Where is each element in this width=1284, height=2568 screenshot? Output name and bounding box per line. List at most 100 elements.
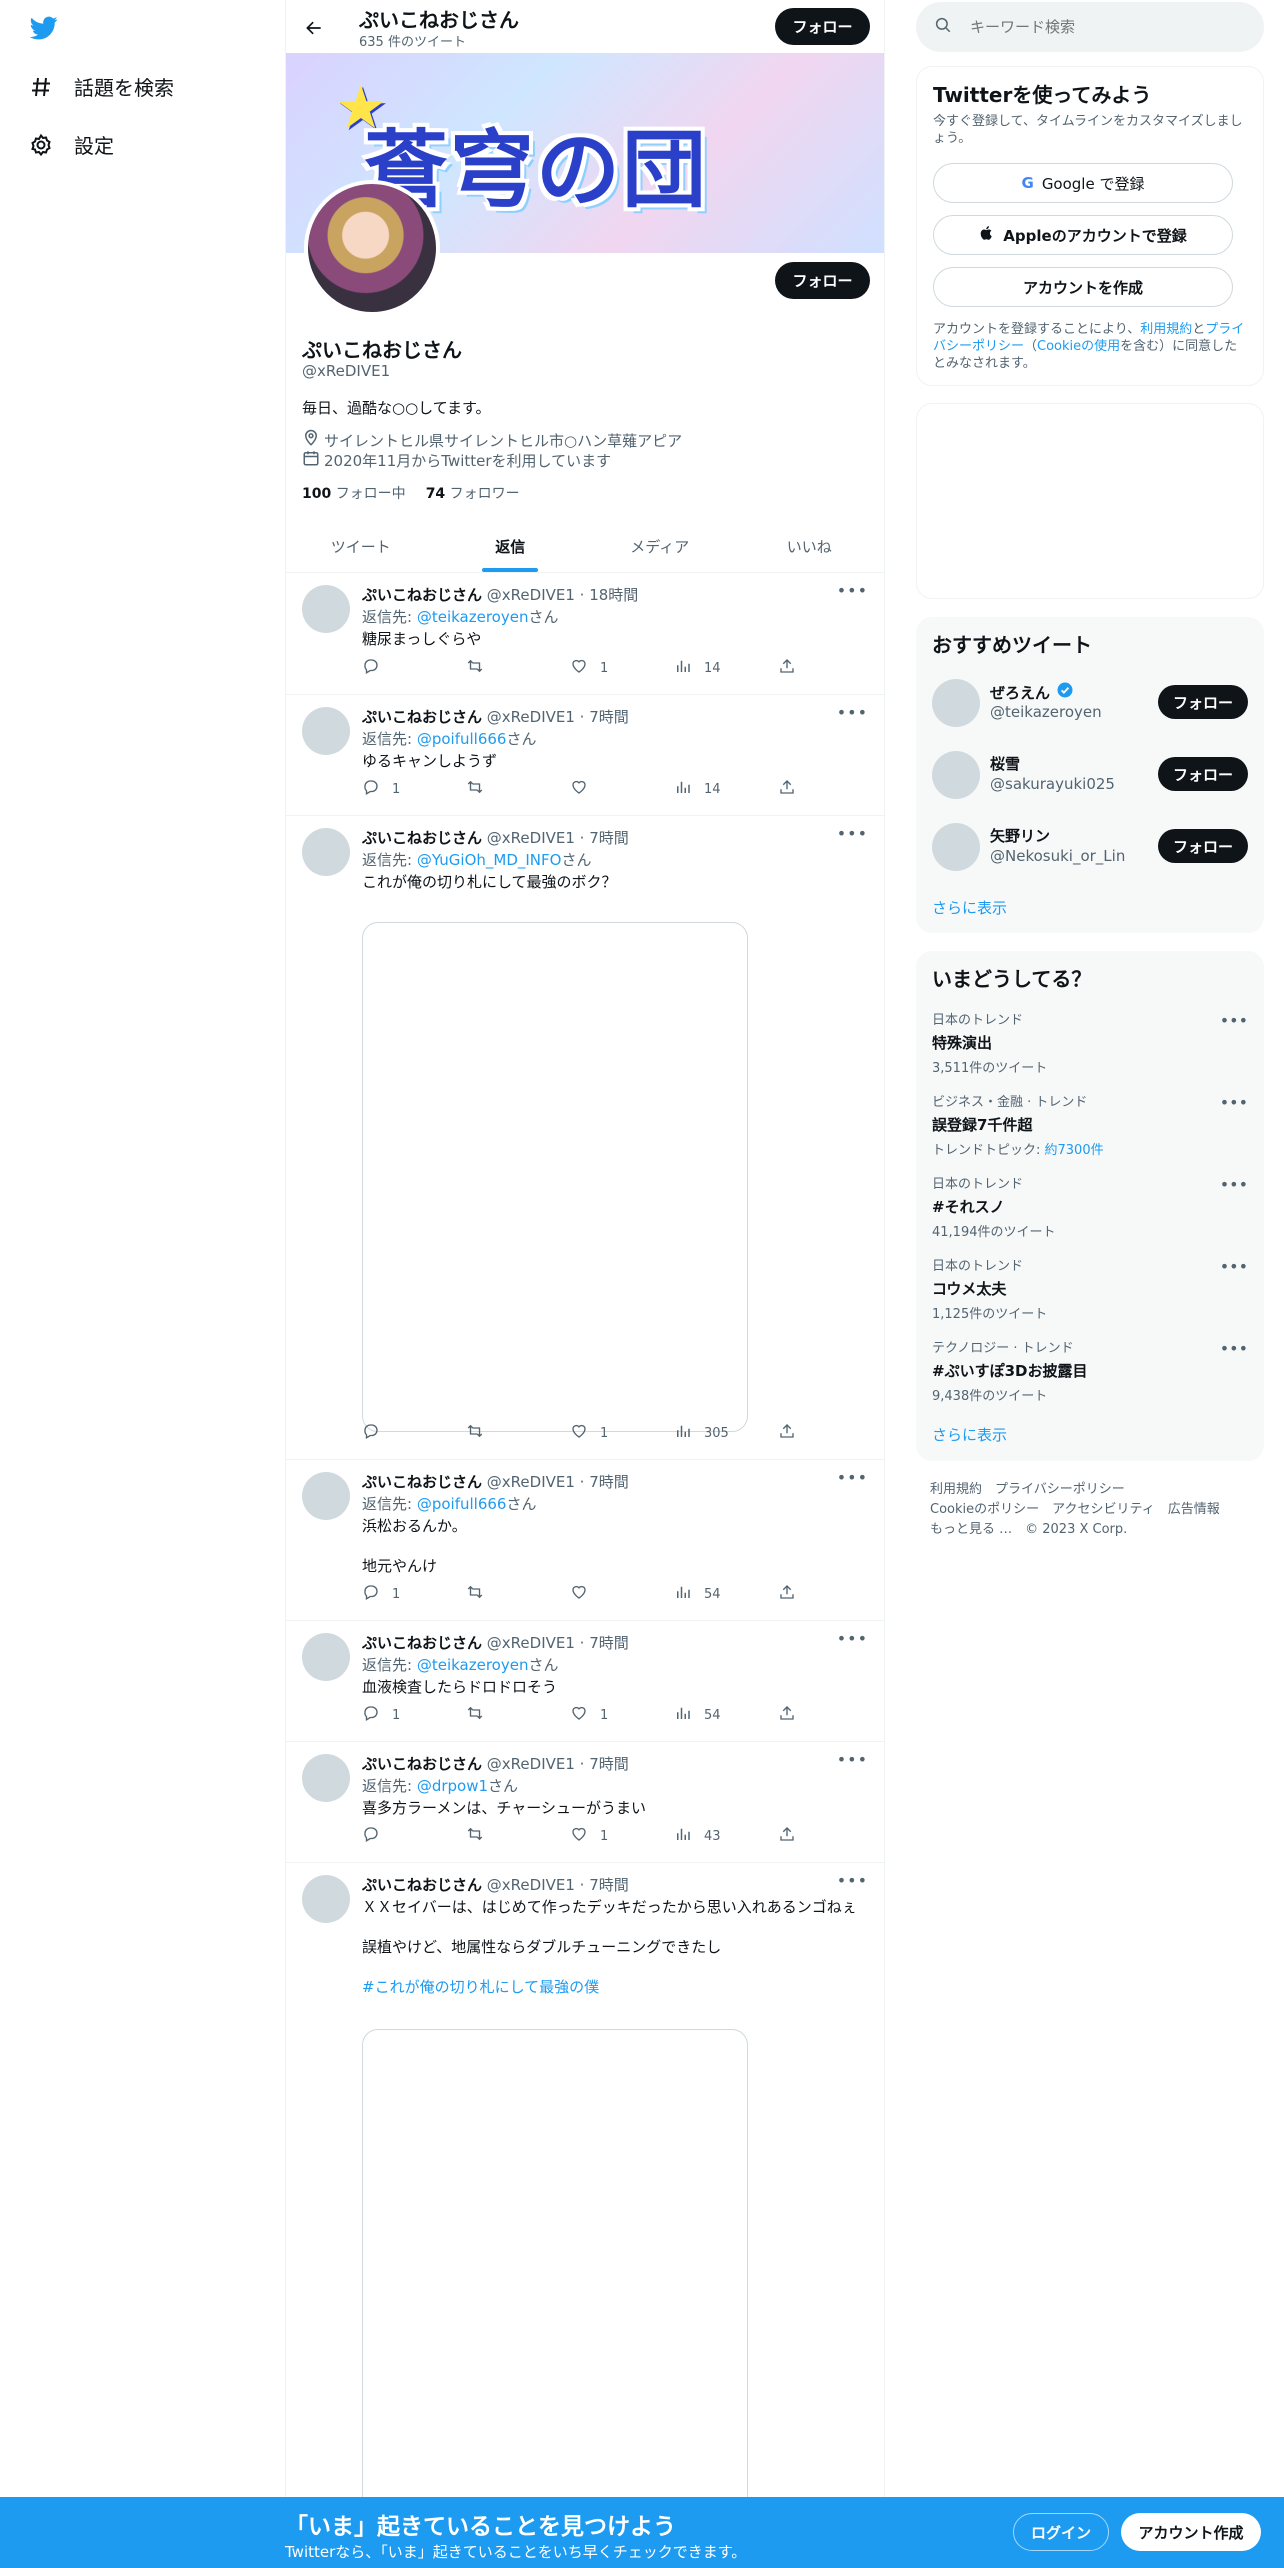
follow-button[interactable]: フォロー	[1158, 829, 1248, 863]
share-button[interactable]	[778, 658, 796, 678]
tweet[interactable]: ぷいこねおじさん @xReDIVE1 · 7時間 ••• 返信先: @poiful…	[286, 1460, 884, 1621]
twitter-logo-icon[interactable]	[28, 14, 64, 44]
reply-to-link[interactable]: @teikazeroyen	[417, 608, 529, 626]
views-button[interactable]: 14	[674, 658, 778, 678]
retweet-button[interactable]	[466, 1826, 570, 1846]
cookie-link[interactable]: Cookieの使用	[1037, 339, 1120, 354]
trends-more-link[interactable]: さらに表示	[932, 1424, 1007, 1445]
reply-button[interactable]: 1	[362, 1705, 466, 1725]
user-avatar[interactable]	[932, 823, 980, 871]
google-signup-button[interactable]: G Google で登録	[933, 163, 1233, 203]
share-button[interactable]	[778, 1826, 796, 1846]
reply-to-link[interactable]: @drpow1	[417, 1777, 488, 1795]
topbar-follow-button[interactable]: フォロー	[775, 8, 870, 45]
trend-item[interactable]: 日本のトレンド コウメ太夫 1,125件のツイート •••	[932, 1255, 1248, 1325]
retweet-button[interactable]	[466, 658, 570, 678]
tweet[interactable]: ぷいこねおじさん @xReDIVE1 · 7時間 ••• 返信先: @teikaz…	[286, 1621, 884, 1742]
like-button[interactable]: 1	[570, 1423, 674, 1443]
reply-to-link[interactable]: @poifull666	[417, 1495, 507, 1513]
nav-settings[interactable]: 設定	[28, 130, 114, 159]
search-input[interactable]	[970, 18, 1230, 36]
recommended-more-link[interactable]: さらに表示	[932, 897, 1007, 918]
more-options-icon[interactable]: •••	[837, 1871, 868, 1890]
tab-replies[interactable]: 返信	[436, 520, 586, 572]
more-options-icon[interactable]: •••	[1220, 1093, 1248, 1112]
tweet-avatar[interactable]	[302, 585, 350, 633]
tweet-author-name[interactable]: ぷいこねおじさん	[362, 1755, 482, 1773]
user-avatar[interactable]	[932, 751, 980, 799]
tweet[interactable]: ぷいこねおじさん @xReDIVE1 · 7時間 ••• 返信先: @drpow1…	[286, 1742, 884, 1863]
more-options-icon[interactable]: •••	[837, 1468, 868, 1487]
profile-avatar[interactable]	[304, 180, 440, 316]
reply-to-link[interactable]: @YuGiOh_MD_INFO	[417, 851, 562, 869]
retweet-button[interactable]	[466, 1584, 570, 1604]
views-button[interactable]: 54	[674, 1705, 778, 1725]
recommended-user[interactable]: ぜろえん @teikazeroyen フォロー	[932, 675, 1248, 731]
search-box[interactable]	[916, 2, 1264, 52]
recommended-user[interactable]: 矢野リン @Nekosuki_or_Lin フォロー	[932, 819, 1248, 875]
share-button[interactable]	[778, 1584, 796, 1604]
like-button[interactable]: 1	[570, 1826, 674, 1846]
trend-item[interactable]: テクノロジー · トレンド #ぷいすぽ3Dお披露目 9,438件のツイート ••…	[932, 1337, 1248, 1407]
tab-tweets[interactable]: ツイート	[286, 520, 436, 572]
retweet-button[interactable]	[466, 1423, 570, 1443]
tweet[interactable]: ぷいこねおじさん @xReDIVE1 · 7時間 ••• 返信先: @YuGiOh…	[286, 816, 884, 1460]
views-button[interactable]: 14	[674, 779, 778, 799]
login-button[interactable]: ログイン	[1013, 2513, 1109, 2551]
tweet-media[interactable]	[362, 922, 748, 1432]
nav-explore[interactable]: 話題を検索	[28, 72, 174, 101]
follow-button[interactable]: フォロー	[1158, 685, 1248, 719]
views-button[interactable]: 305	[674, 1423, 778, 1443]
reply-button[interactable]: 1	[362, 779, 466, 799]
reply-to-link[interactable]: @teikazeroyen	[417, 1656, 529, 1674]
tweet-avatar[interactable]	[302, 1633, 350, 1681]
retweet-button[interactable]	[466, 1705, 570, 1725]
share-button[interactable]	[778, 1705, 796, 1725]
reply-to-link[interactable]: @poifull666	[417, 730, 507, 748]
views-button[interactable]: 43	[674, 1826, 778, 1846]
tab-likes[interactable]: いいね	[735, 520, 885, 572]
recommended-user[interactable]: 桜雪 @sakurayuki025 フォロー	[932, 747, 1248, 803]
trend-item[interactable]: 日本のトレンド #それスノ 41,194件のツイート •••	[932, 1173, 1248, 1243]
trend-item[interactable]: ビジネス・金融 · トレンド 誤登録7千件超 トレンドトピック: 約7300件 …	[932, 1091, 1248, 1161]
tweet-avatar[interactable]	[302, 1472, 350, 1520]
tweet-author-name[interactable]: ぷいこねおじさん	[362, 1634, 482, 1652]
create-account-button[interactable]: アカウントを作成	[933, 267, 1233, 307]
tweet-avatar[interactable]	[302, 1754, 350, 1802]
back-arrow-icon[interactable]	[296, 10, 332, 46]
more-options-icon[interactable]: •••	[837, 581, 868, 600]
profile-follow-button[interactable]: フォロー	[775, 262, 870, 299]
views-button[interactable]: 54	[674, 1584, 778, 1604]
tweet-hashtag[interactable]: #これが俺の切り札にして最強の僕	[362, 1976, 599, 1997]
followers-link[interactable]: 74 フォロワー	[426, 483, 520, 503]
tweet-author-name[interactable]: ぷいこねおじさん	[362, 1473, 482, 1491]
tweet-avatar[interactable]	[302, 828, 350, 876]
tweet-media[interactable]	[362, 2029, 748, 2568]
share-button[interactable]	[778, 1423, 796, 1443]
tweet[interactable]: ぷいこねおじさん @xReDIVE1 · 18時間 ••• 返信先: @teika…	[286, 573, 884, 695]
tab-media[interactable]: メディア	[585, 520, 735, 572]
tweet[interactable]: ぷいこねおじさん @xReDIVE1 · 7時間 ••• 返信先: @poiful…	[286, 695, 884, 816]
footer-links-1[interactable]: 利用規約 プライバシーポリシー	[930, 1478, 1125, 1497]
like-button[interactable]: 1	[570, 1705, 674, 1725]
tweet-avatar[interactable]	[302, 707, 350, 755]
user-avatar[interactable]	[932, 679, 980, 727]
tweet-author-name[interactable]: ぷいこねおじさん	[362, 586, 482, 604]
tweet-author-name[interactable]: ぷいこねおじさん	[362, 708, 482, 726]
like-button[interactable]	[570, 1584, 674, 1604]
apple-signup-button[interactable]: Appleのアカウントで登録	[933, 215, 1233, 255]
more-options-icon[interactable]: •••	[837, 1629, 868, 1648]
signup-button[interactable]: アカウント作成	[1121, 2513, 1261, 2551]
more-options-icon[interactable]: •••	[1220, 1011, 1248, 1030]
more-options-icon[interactable]: •••	[837, 703, 868, 722]
footer-links-3[interactable]: もっと見る … © 2023 X Corp.	[930, 1518, 1127, 1537]
more-options-icon[interactable]: •••	[837, 824, 868, 843]
reply-button[interactable]	[362, 1826, 466, 1846]
reply-button[interactable]	[362, 1423, 466, 1443]
following-link[interactable]: 100 フォロー中	[302, 483, 406, 503]
reply-button[interactable]	[362, 658, 466, 678]
like-button[interactable]	[570, 779, 674, 799]
reply-button[interactable]: 1	[362, 1584, 466, 1604]
footer-links-2[interactable]: Cookieのポリシー アクセシビリティ 広告情報	[930, 1498, 1220, 1517]
tweet[interactable]: ぷいこねおじさん @xReDIVE1 · 7時間 ••• ＸＸセイバーは、はじめて…	[286, 1863, 884, 2568]
